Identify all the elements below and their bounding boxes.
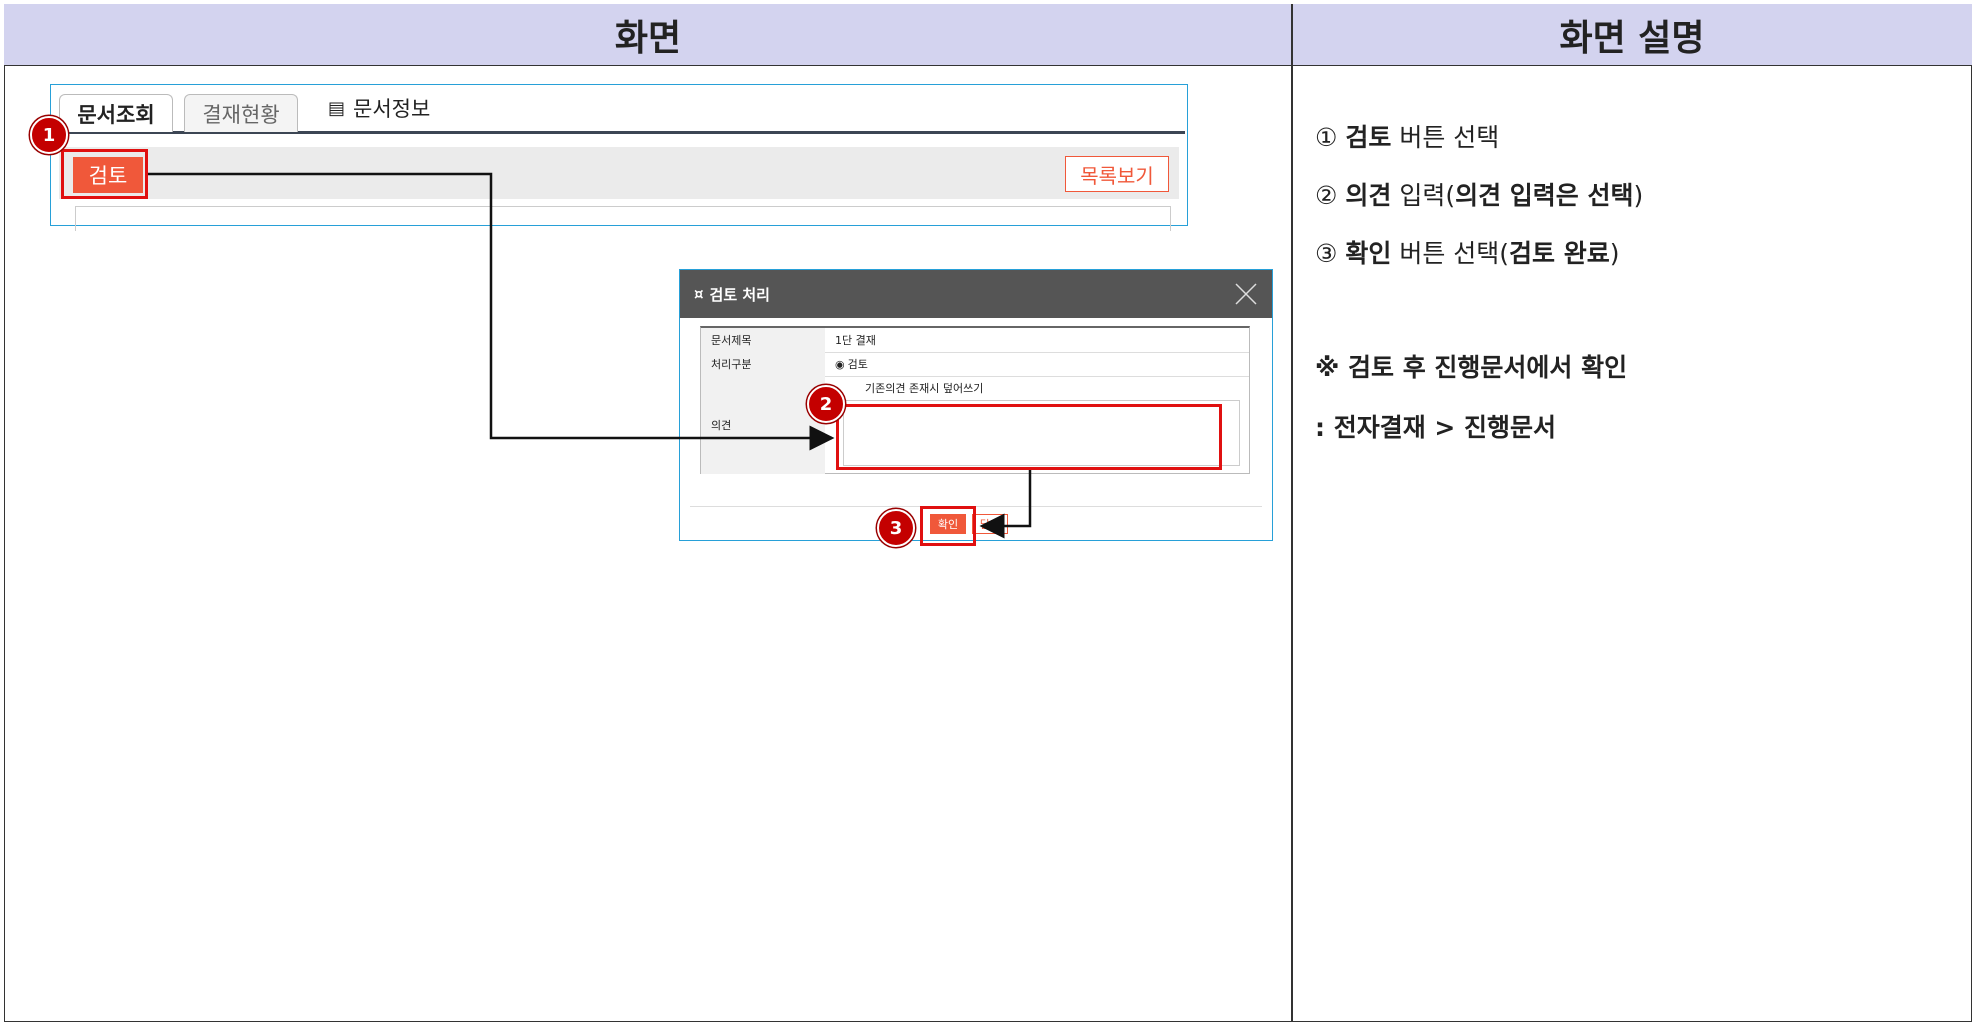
step-3-mid: 버튼 선택( xyxy=(1391,239,1510,268)
note-line-1: ※ 검토 후 진행문서에서 확인 xyxy=(1315,353,1628,382)
note-line-2: : 전자결재 > 진행문서 xyxy=(1315,413,1557,442)
step-2-text: ② 의견 입력(의견 입력은 선택) xyxy=(1315,176,1643,212)
step-1-text: ① 검토 버튼 선택 xyxy=(1315,118,1499,154)
arrow-1-to-2 xyxy=(148,172,835,451)
connector-arrows xyxy=(148,172,1032,539)
step-3-bold2: 검토 완료 xyxy=(1509,239,1610,268)
step-2-mid: 입력( xyxy=(1391,181,1456,210)
step-1-num: ① xyxy=(1315,123,1338,152)
step-1-rest: 버튼 선택 xyxy=(1391,123,1500,152)
step-3-bold: 확인 xyxy=(1345,239,1392,268)
step-2-bold: 의견 xyxy=(1345,181,1392,210)
step-3-num: ③ xyxy=(1315,239,1338,268)
step-3-text: ③ 확인 버튼 선택(검토 완료) xyxy=(1315,234,1620,270)
step-1-bold: 검토 xyxy=(1345,123,1392,152)
step-2-end: ) xyxy=(1633,181,1644,210)
step-2-num: ② xyxy=(1315,181,1338,210)
step-2-bold2: 의견 입력은 선택 xyxy=(1455,181,1634,210)
arrow-2-to-3 xyxy=(979,470,1032,539)
step-3-end: ) xyxy=(1609,239,1620,268)
